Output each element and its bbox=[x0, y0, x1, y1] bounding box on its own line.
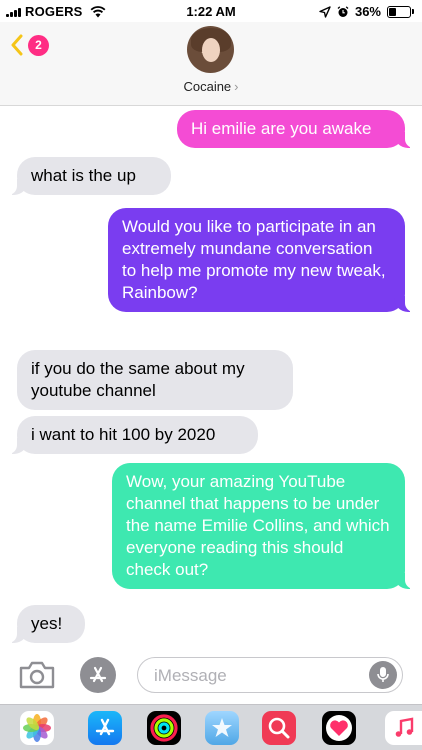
chevron-right-icon: › bbox=[234, 79, 239, 94]
stickers-app-icon[interactable] bbox=[205, 711, 239, 745]
app-store-icon[interactable] bbox=[88, 711, 122, 745]
sent-message[interactable]: Hi emilie are you awake bbox=[177, 110, 415, 148]
message-input[interactable]: iMessage bbox=[137, 657, 403, 693]
battery-icon bbox=[387, 5, 414, 18]
received-message[interactable]: if you do the same about my youtube chan… bbox=[17, 350, 293, 410]
heart-app-icon[interactable] bbox=[322, 711, 356, 745]
microphone-icon bbox=[377, 667, 389, 682]
search-app-icon[interactable] bbox=[262, 711, 296, 745]
received-message[interactable]: what is the up bbox=[7, 157, 171, 195]
received-message[interactable]: i want to hit 100 by 2020 bbox=[7, 416, 258, 454]
contact-name: Cocaine bbox=[183, 79, 232, 94]
contact-name-button[interactable]: Cocaine › bbox=[0, 79, 422, 94]
activity-app-icon[interactable] bbox=[147, 711, 181, 745]
alarm-icon bbox=[337, 5, 349, 17]
app-store-toggle-button[interactable] bbox=[80, 657, 116, 693]
status-bar: ROGERS 1:22 AM 36% bbox=[0, 0, 422, 22]
camera-icon[interactable] bbox=[18, 660, 56, 690]
received-message[interactable]: yes! bbox=[7, 605, 85, 643]
compose-bar: iMessage bbox=[0, 646, 422, 704]
chevron-left-icon bbox=[11, 34, 23, 56]
conversation-header: 2 Cocaine › bbox=[0, 22, 422, 106]
app-store-icon bbox=[89, 666, 107, 683]
battery-percent: 36% bbox=[354, 4, 381, 19]
avatar[interactable] bbox=[187, 26, 234, 73]
sent-message[interactable]: Would you like to participate in an extr… bbox=[108, 208, 415, 312]
dictation-button[interactable] bbox=[369, 661, 397, 689]
music-app-icon[interactable] bbox=[385, 711, 422, 745]
message-placeholder: iMessage bbox=[154, 666, 227, 685]
photos-app-icon[interactable] bbox=[20, 711, 54, 745]
unread-badge: 2 bbox=[28, 34, 49, 56]
sent-message[interactable]: Wow, your amazing YouTube channel that h… bbox=[112, 463, 415, 589]
back-button[interactable]: 2 bbox=[10, 34, 49, 56]
location-icon bbox=[319, 5, 331, 18]
app-drawer bbox=[0, 704, 422, 750]
